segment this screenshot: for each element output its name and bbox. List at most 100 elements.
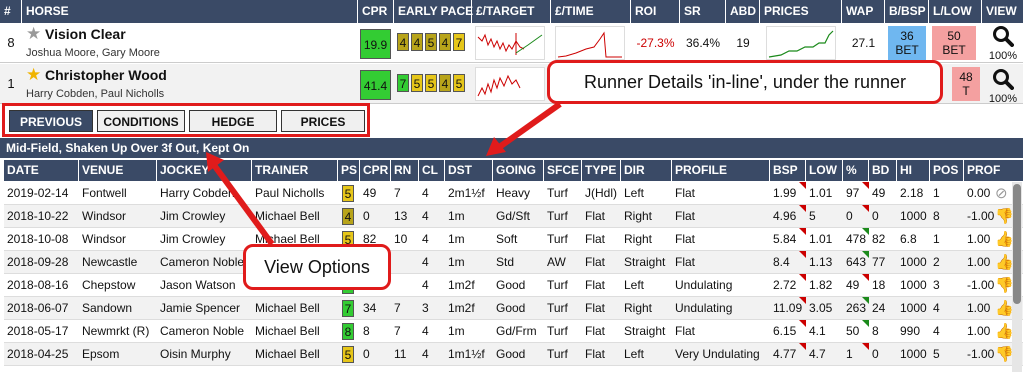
th-ps[interactable]: PS: [338, 160, 360, 181]
col-llow[interactable]: L/LOW: [929, 0, 982, 23]
price-marker: [799, 182, 806, 189]
runner-details-callout: Runner Details 'in-line', under the runn…: [547, 60, 943, 104]
conditions-button[interactable]: CONDITIONS: [97, 110, 185, 132]
col-horse[interactable]: HORSE: [22, 0, 358, 23]
cell-cpr: 34: [363, 301, 377, 315]
th-dir[interactable]: DIR: [621, 160, 672, 181]
cell-cpr: 49: [363, 186, 377, 200]
table-row[interactable]: 2018-09-28NewcastleCameron NobleMichael …: [4, 251, 1023, 274]
cell-bd: 0: [872, 209, 879, 223]
cell-venue: Fontwell: [82, 186, 127, 200]
col-time[interactable]: £/TIME: [551, 0, 631, 23]
cell-date: 2018-10-08: [7, 232, 69, 246]
scrollbar[interactable]: [1012, 182, 1022, 372]
search-icon: [993, 69, 1014, 90]
col-early-pace[interactable]: EARLY PACE: [394, 0, 473, 23]
th-type[interactable]: TYPE: [582, 160, 621, 181]
star-icon[interactable]: ★: [26, 25, 41, 43]
cell-bd: 24: [872, 301, 886, 315]
col-prices[interactable]: PRICES: [760, 0, 842, 23]
cell-dst: 1m2f: [448, 301, 475, 315]
th-jockey[interactable]: JOCKEY: [157, 160, 252, 181]
th-going[interactable]: GOING: [493, 160, 544, 181]
th-pct[interactable]: %: [843, 160, 869, 181]
view-button[interactable]: 100%: [984, 68, 1022, 105]
col-cpr[interactable]: CPR: [358, 0, 394, 23]
scrollbar-thumb[interactable]: [1013, 184, 1021, 304]
roi-value: -27.3%: [636, 36, 675, 50]
th-dst[interactable]: DST: [445, 160, 493, 181]
cell-venue: Windsor: [82, 232, 127, 246]
price-marker: [799, 274, 806, 281]
cell-low: 5: [809, 209, 816, 223]
table-row[interactable]: 2018-04-25 Epsom Oisin Murphy Michael Bell 5…: [4, 343, 1023, 366]
lay-bet-button[interactable]: 50 BET: [932, 26, 976, 60]
thumbs-down-icon: 👎: [995, 208, 1014, 225]
th-pos[interactable]: POS: [930, 160, 964, 181]
th-trainer[interactable]: TRAINER: [252, 160, 338, 181]
price-marker: [862, 228, 869, 235]
price-marker: [799, 297, 806, 304]
hedge-button[interactable]: HEDGE: [189, 110, 277, 132]
abd-value: 19: [736, 36, 750, 50]
cell-hi: 1000: [900, 278, 927, 292]
cell-trainer: Michael Bell: [255, 324, 320, 338]
cell-hi: 1000: [900, 255, 927, 269]
view-button[interactable]: 100%: [984, 25, 1022, 62]
table-row[interactable]: 2018-05-17 Newmrkt (R) Cameron Noble Michae…: [4, 320, 1023, 343]
th-hi[interactable]: HI: [897, 160, 930, 181]
no-entry-icon: ⊘: [995, 185, 1008, 202]
col-bbsp[interactable]: B/BSP: [885, 0, 929, 23]
table-row[interactable]: 2018-10-08 Windsor Jim Crowley Michael Bell…: [4, 228, 1023, 251]
th-sfce[interactable]: SFCE: [544, 160, 582, 181]
th-venue[interactable]: VENUE: [79, 160, 157, 181]
cell-low: 4.7: [809, 347, 826, 361]
col-target[interactable]: £/TARGET: [472, 0, 551, 23]
th-bsp[interactable]: BSP: [770, 160, 806, 181]
form-table-header: DATE VENUE JOCKEY TRAINER PS CPR RN CL D…: [4, 160, 1023, 181]
th-bd[interactable]: BD: [869, 160, 897, 181]
horse-connections: Harry Cobden, Paul Nicholls: [26, 88, 165, 100]
prices-button[interactable]: PRICES: [281, 110, 365, 132]
th-cpr[interactable]: CPR: [360, 160, 391, 181]
th-date[interactable]: DATE: [4, 160, 79, 181]
price-marker: [862, 205, 869, 212]
th-rn[interactable]: RN: [391, 160, 419, 181]
bsp-bet-button[interactable]: 36 BET: [888, 26, 926, 60]
th-low[interactable]: LOW: [806, 160, 843, 181]
cell-cl: 4: [422, 255, 429, 269]
price-marker: [799, 343, 806, 350]
pace-box: 4: [439, 33, 451, 51]
col-sr[interactable]: SR: [680, 0, 726, 23]
table-row[interactable]: 2018-08-16ChepstowJason WatsonMichael Be…: [4, 274, 1023, 297]
cell-trainer: Michael Bell: [255, 301, 320, 315]
cell-pos: 1: [933, 232, 940, 246]
cell-jockey: Jim Crowley: [160, 232, 226, 246]
cell-rn: [391, 251, 419, 274]
star-icon[interactable]: ★: [26, 66, 41, 84]
runner-row[interactable]: 8 ★ Vision Clear Joshua Moore, Gary Moor…: [0, 23, 1023, 63]
cell-date: 2019-02-14: [7, 186, 69, 200]
col-abd[interactable]: ABD: [726, 0, 760, 23]
lay-bet-button[interactable]: 48 T: [952, 67, 980, 101]
th-cl[interactable]: CL: [419, 160, 445, 181]
horse-name[interactable]: Christopher Wood: [45, 67, 167, 83]
cell-dir: Straight: [624, 324, 666, 338]
thumbs-up-icon: 👍: [995, 254, 1014, 271]
th-profile[interactable]: PROFILE: [672, 160, 770, 181]
price-marker: [799, 251, 806, 258]
ps-badge: 4: [342, 208, 354, 225]
table-row[interactable]: 2018-06-07 Sandown Jamie Spencer Michael Be…: [4, 297, 1023, 320]
search-icon: [993, 26, 1014, 47]
table-row[interactable]: 2019-02-14 Fontwell Harry Cobden Paul Nicho…: [4, 182, 1023, 205]
horse-name[interactable]: Vision Clear: [45, 26, 126, 42]
cell-cpr: 0: [363, 347, 370, 361]
cell-dst: 1m1½f: [448, 347, 485, 361]
col-roi[interactable]: ROI: [631, 0, 680, 23]
cell-cl: 4: [422, 347, 429, 361]
th-prof[interactable]: PROF: [964, 160, 1023, 181]
col-wap[interactable]: WAP: [842, 0, 885, 23]
cell-type: Flat: [585, 278, 606, 292]
table-row[interactable]: 2018-10-22 Windsor Jim Crowley Michael Bell…: [4, 205, 1023, 228]
previous-button[interactable]: PREVIOUS: [9, 110, 93, 132]
